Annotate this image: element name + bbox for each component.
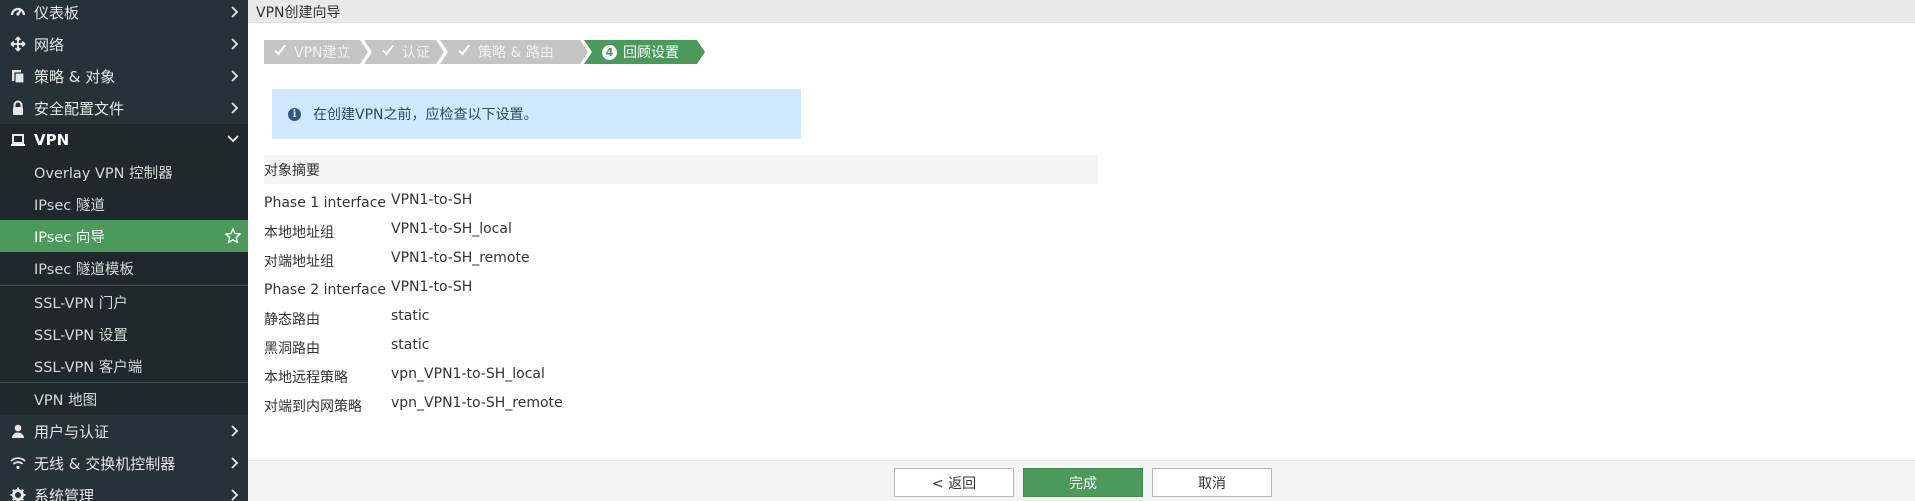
nav-network-label: 网络 (34, 35, 65, 54)
sidebar-item-label: SSL-VPN 设置 (34, 327, 128, 344)
cancel-button[interactable]: 取消 (1152, 468, 1272, 497)
wizard-step-policy-routing: 策略 & 路由 (456, 40, 554, 64)
nav-system-label: 系统管理 (34, 486, 95, 501)
title-bar: VPN创建向导 (248, 0, 1915, 23)
sidebar-item-label: SSL-VPN 门户 (34, 295, 128, 312)
chevron-right-icon (230, 5, 240, 23)
summary-row: 对端地址组 VPN1-to-SH_remote (264, 246, 1098, 275)
info-text: 在创建VPN之前，应检查以下设置。 (313, 107, 538, 123)
sidebar-item-ipsec-templates[interactable]: IPsec 隧道模板 (0, 252, 248, 284)
summary-key: 本地地址组 (264, 224, 334, 241)
chevron-right-icon (230, 69, 240, 87)
wizard-step-label: 认证 (402, 45, 430, 61)
chevron-right-icon (230, 101, 240, 119)
sidebar-item-ssl-vpn-portals[interactable]: SSL-VPN 门户 (0, 286, 248, 318)
footer-bar: < 返回 完成 取消 (248, 460, 1915, 501)
nav-dashboard-label: 仪表板 (34, 3, 80, 22)
sidebar-item-label: VPN 地图 (34, 392, 98, 409)
nav-system[interactable]: 系统管理 (0, 479, 248, 501)
sidebar-item-label: SSL-VPN 客户端 (34, 359, 143, 376)
summary-row: 对端到内网策略 vpn_VPN1-to-SH_remote (264, 391, 1098, 420)
star-icon[interactable] (224, 227, 242, 249)
nav-user-label: 用户与认证 (34, 422, 110, 441)
policy-icon (8, 68, 28, 84)
sidebar-item-label: IPsec 向导 (34, 229, 105, 246)
sidebar-item-label: IPsec 隧道 (34, 197, 105, 214)
page-title: VPN创建向导 (256, 5, 341, 21)
nav-policy-objects[interactable]: 策略 & 对象 (0, 60, 248, 92)
chevron-right-icon (230, 37, 240, 55)
wizard-step-label: 回顾设置 (623, 45, 679, 61)
summary-value: static (391, 307, 430, 324)
nav-security-profiles[interactable]: 安全配置文件 (0, 92, 248, 124)
summary-value: VPN1-to-SH (391, 191, 473, 208)
summary-row: Phase 1 interface VPN1-to-SH (264, 188, 1098, 217)
wizard-step-label: 策略 & 路由 (478, 45, 554, 61)
summary-heading: 对象摘要 (264, 155, 1098, 184)
summary-row: 本地地址组 VPN1-to-SH_local (264, 217, 1098, 246)
check-icon (380, 43, 396, 61)
laptop-icon (8, 132, 28, 148)
nav-wifi-switch[interactable]: 无线 & 交换机控制器 (0, 447, 248, 479)
chevron-right-icon (230, 456, 240, 474)
wizard-step-authentication: 认证 (380, 40, 430, 64)
summary-value: static (391, 336, 430, 353)
user-icon (8, 423, 28, 439)
back-button[interactable]: < 返回 (894, 468, 1014, 497)
summary-row: 本地远程策略 vpn_VPN1-to-SH_local (264, 362, 1098, 391)
summary-value: VPN1-to-SH (391, 278, 473, 295)
sidebar: 仪表板 网络 策略 & 对象 安全配置文件 VPN Overlay VPN 控制 (0, 0, 248, 501)
check-icon (272, 43, 288, 61)
sidebar-item-vpn-map[interactable]: VPN 地图 (0, 383, 248, 415)
wizard-step-review: 4 回顾设置 (602, 40, 679, 64)
summary-heading-label: 对象摘要 (264, 162, 320, 179)
summary-key: 对端到内网策略 (264, 398, 362, 415)
nav-user-auth[interactable]: 用户与认证 (0, 415, 248, 447)
nav-security-label: 安全配置文件 (34, 99, 125, 118)
nav-policy-label: 策略 & 对象 (34, 67, 116, 86)
wifi-icon (8, 455, 28, 471)
summary-key: Phase 2 interface (264, 281, 387, 298)
dashboard-icon (8, 4, 28, 20)
lock-icon (8, 100, 28, 116)
gear-icon (8, 487, 28, 501)
check-icon (456, 43, 472, 61)
summary-key: 本地远程策略 (264, 369, 348, 386)
nav-wifi-label: 无线 & 交换机控制器 (34, 454, 176, 473)
summary-key: 静态路由 (264, 311, 320, 328)
info-icon: i (288, 107, 301, 121)
nav-vpn-label: VPN (34, 131, 70, 149)
finish-button[interactable]: 完成 (1023, 468, 1143, 497)
wizard-steps: VPN建立 认证 策略 & 路由 4 回顾设置 (264, 40, 724, 64)
nav-network[interactable]: 网络 (0, 28, 248, 60)
nav-dashboard[interactable]: 仪表板 (0, 0, 248, 28)
sidebar-item-ssl-vpn-settings[interactable]: SSL-VPN 设置 (0, 318, 248, 350)
info-message: i 在创建VPN之前，应检查以下设置。 (272, 89, 801, 139)
summary-row: Phase 2 interface VPN1-to-SH (264, 275, 1098, 304)
main-content: VPN创建向导 VPN建立 认证 策略 & 路由 4 回顾设置 i 在创建VPN… (248, 0, 1915, 501)
summary-value: VPN1-to-SH_local (391, 220, 512, 237)
sidebar-item-ssl-vpn-clients[interactable]: SSL-VPN 客户端 (0, 350, 248, 382)
chevron-right-icon (230, 488, 240, 501)
summary-row: 黑洞路由 static (264, 333, 1098, 362)
summary-key: Phase 1 interface (264, 194, 387, 211)
network-icon (8, 36, 28, 52)
step-number-badge: 4 (602, 44, 617, 60)
sidebar-item-label: Overlay VPN 控制器 (34, 165, 173, 182)
sidebar-item-ipsec-wizard[interactable]: IPsec 向导 (0, 220, 248, 252)
summary-key: 黑洞路由 (264, 340, 320, 357)
summary-key: 对端地址组 (264, 253, 334, 270)
sidebar-item-overlay-vpn[interactable]: Overlay VPN 控制器 (0, 156, 248, 188)
summary-value: vpn_VPN1-to-SH_remote (391, 394, 563, 411)
sidebar-item-label: IPsec 隧道模板 (34, 261, 134, 278)
nav-vpn[interactable]: VPN (0, 124, 248, 156)
wizard-step-label: VPN建立 (294, 45, 351, 61)
summary-row: 静态路由 static (264, 304, 1098, 333)
chevron-right-icon (230, 424, 240, 442)
sidebar-item-ipsec-tunnels[interactable]: IPsec 隧道 (0, 188, 248, 220)
summary-value: vpn_VPN1-to-SH_local (391, 365, 545, 382)
wizard-step-vpn-setup: VPN建立 (272, 40, 351, 64)
summary-value: VPN1-to-SH_remote (391, 249, 530, 266)
chevron-down-icon (226, 133, 240, 149)
